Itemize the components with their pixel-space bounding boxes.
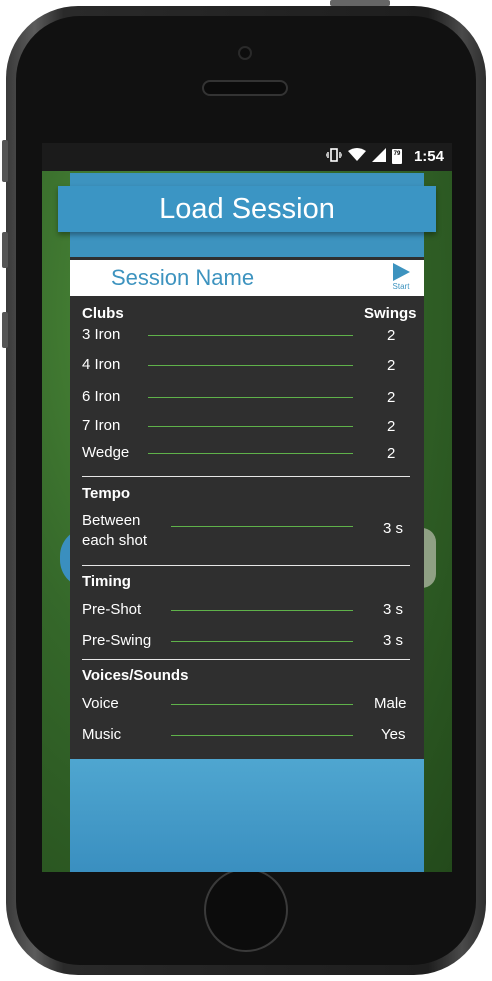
pre-shot-value: 3 s xyxy=(383,601,404,618)
club-swings-value: 2 xyxy=(387,418,396,435)
volume-down-button xyxy=(2,312,8,348)
club-swings-value: 2 xyxy=(387,357,396,374)
silent-switch xyxy=(2,140,8,182)
signal-icon xyxy=(371,148,386,165)
club-label: 3 Iron xyxy=(82,326,121,343)
music-label: Music xyxy=(82,726,122,743)
club-swings-value: 2 xyxy=(387,389,396,406)
play-icon xyxy=(392,263,410,281)
club-label: 7 Iron xyxy=(82,417,121,434)
club-slider[interactable] xyxy=(148,365,353,366)
session-name-row: Session Name Start xyxy=(70,260,424,296)
club-label: 6 Iron xyxy=(82,388,121,405)
clubs-header: Clubs xyxy=(82,305,124,322)
section-divider xyxy=(82,659,410,660)
front-camera xyxy=(238,46,252,60)
voices-header: Voices/Sounds xyxy=(82,667,189,684)
pre-swing-label: Pre-Swing xyxy=(82,632,152,649)
session-name-input[interactable]: Session Name xyxy=(111,265,254,291)
club-slider[interactable] xyxy=(148,453,353,454)
home-button[interactable] xyxy=(204,868,288,952)
dialog-footer xyxy=(70,759,424,872)
start-label: Start xyxy=(392,282,410,291)
tempo-label: Between xyxy=(82,512,141,529)
section-divider xyxy=(82,476,410,477)
vibrate-icon xyxy=(325,148,343,165)
battery-level-text: 79 xyxy=(393,151,401,157)
screen: 79 1:54 Load Session Session Name Start … xyxy=(42,143,452,872)
tempo-header: Tempo xyxy=(82,485,131,502)
club-label: 4 Iron xyxy=(82,356,121,373)
pre-swing-value: 3 s xyxy=(383,632,404,649)
voice-value: Male xyxy=(374,695,407,712)
earpiece-speaker xyxy=(202,80,288,96)
tempo-value: 3 s xyxy=(383,520,404,537)
voice-label: Voice xyxy=(82,695,119,712)
club-swings-value: 2 xyxy=(387,327,396,344)
clock: 1:54 xyxy=(413,148,444,165)
music-value: Yes xyxy=(381,726,406,743)
pre-swing-slider[interactable] xyxy=(171,641,353,642)
music-slider[interactable] xyxy=(171,735,353,736)
club-swings-value: 2 xyxy=(387,445,396,462)
pre-shot-label: Pre-Shot xyxy=(82,601,142,618)
wifi-icon xyxy=(347,148,366,165)
tempo-label-line2: each shot xyxy=(82,532,148,549)
voice-slider[interactable] xyxy=(171,704,353,705)
volume-up-button xyxy=(2,232,8,268)
status-bar: 79 1:54 xyxy=(42,143,452,171)
power-button xyxy=(330,0,390,6)
battery-icon: 79 xyxy=(391,149,402,164)
dialog-title: Load Session xyxy=(58,186,436,232)
background-shape-right xyxy=(422,528,436,588)
pre-shot-slider[interactable] xyxy=(171,610,353,611)
tempo-slider[interactable] xyxy=(171,526,353,527)
club-slider[interactable] xyxy=(148,426,353,427)
club-slider[interactable] xyxy=(148,335,353,336)
section-divider xyxy=(82,565,410,566)
club-slider[interactable] xyxy=(148,397,353,398)
club-label: Wedge xyxy=(82,444,130,461)
swings-header: Swings xyxy=(364,305,417,322)
start-button[interactable]: Start xyxy=(388,262,414,294)
timing-header: Timing xyxy=(82,573,131,590)
